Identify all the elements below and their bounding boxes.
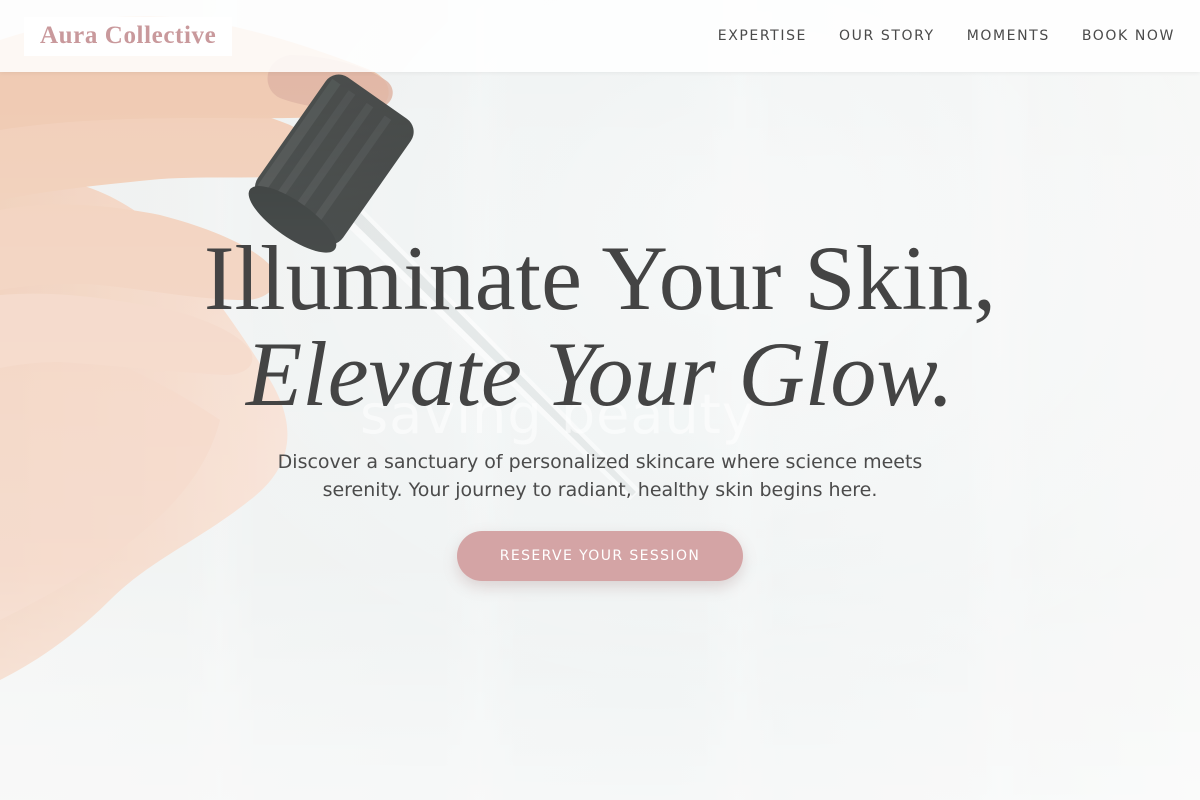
nav-link-book-now[interactable]: BOOK NOW [1082, 28, 1175, 44]
site-header: Aura Collective EXPERTISE OUR STORY MOME… [0, 0, 1200, 72]
reserve-session-button[interactable]: RESERVE YOUR SESSION [457, 531, 743, 581]
main-nav: EXPERTISE OUR STORY MOMENTS BOOK NOW [718, 28, 1175, 44]
brand-logo[interactable]: Aura Collective [24, 16, 233, 56]
hero-description: Discover a sanctuary of personalized ski… [277, 451, 923, 501]
hero-headline: Illuminate Your Skin, Elevate Your Glow. [0, 230, 1200, 422]
nav-link-our-story[interactable]: OUR STORY [839, 28, 935, 44]
nav-link-expertise[interactable]: EXPERTISE [718, 28, 807, 44]
headline-line-1: Illuminate Your Skin, [203, 227, 997, 329]
nav-link-moments[interactable]: MOMENTS [967, 28, 1050, 44]
headline-line-2: Elevate Your Glow. [246, 323, 954, 425]
